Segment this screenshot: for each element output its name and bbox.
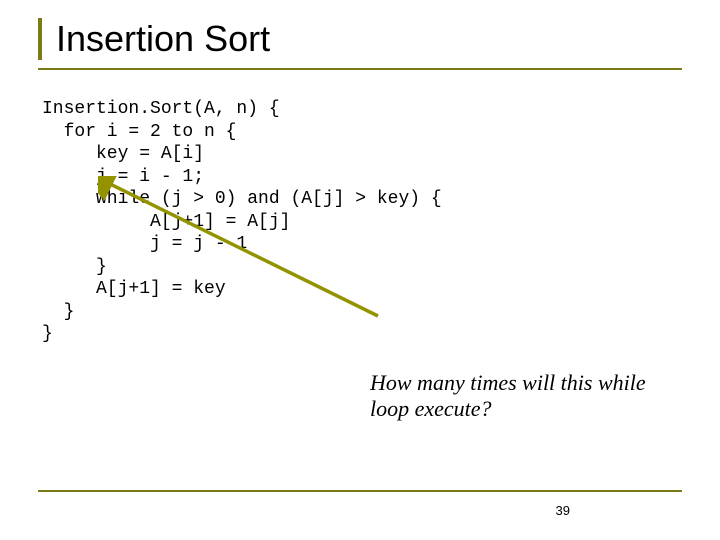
title-block: Insertion Sort [38,18,682,60]
code-block: Insertion.Sort(A, n) { for i = 2 to n { … [42,98,682,346]
code-line: } [42,302,74,322]
bottom-rule [38,490,682,492]
code-line: Insertion.Sort(A, n) { [42,99,280,119]
code-line: A[j+1] = key [42,279,226,299]
question-text: How many times will this while loop exec… [370,370,680,423]
code-line: for i = 2 to n { [42,122,236,142]
code-line: } [42,257,107,277]
slide-title: Insertion Sort [56,18,682,60]
code-line: key = A[i] [42,144,204,164]
code-line: A[j+1] = A[j] [42,212,290,232]
code-line: j = i - 1; [42,167,204,187]
code-line: while (j > 0) and (A[j] > key) { [42,189,442,209]
page-number: 39 [556,503,570,518]
code-line: } [42,324,53,344]
title-rule [38,68,682,70]
code-line: j = j - 1 [42,234,247,254]
